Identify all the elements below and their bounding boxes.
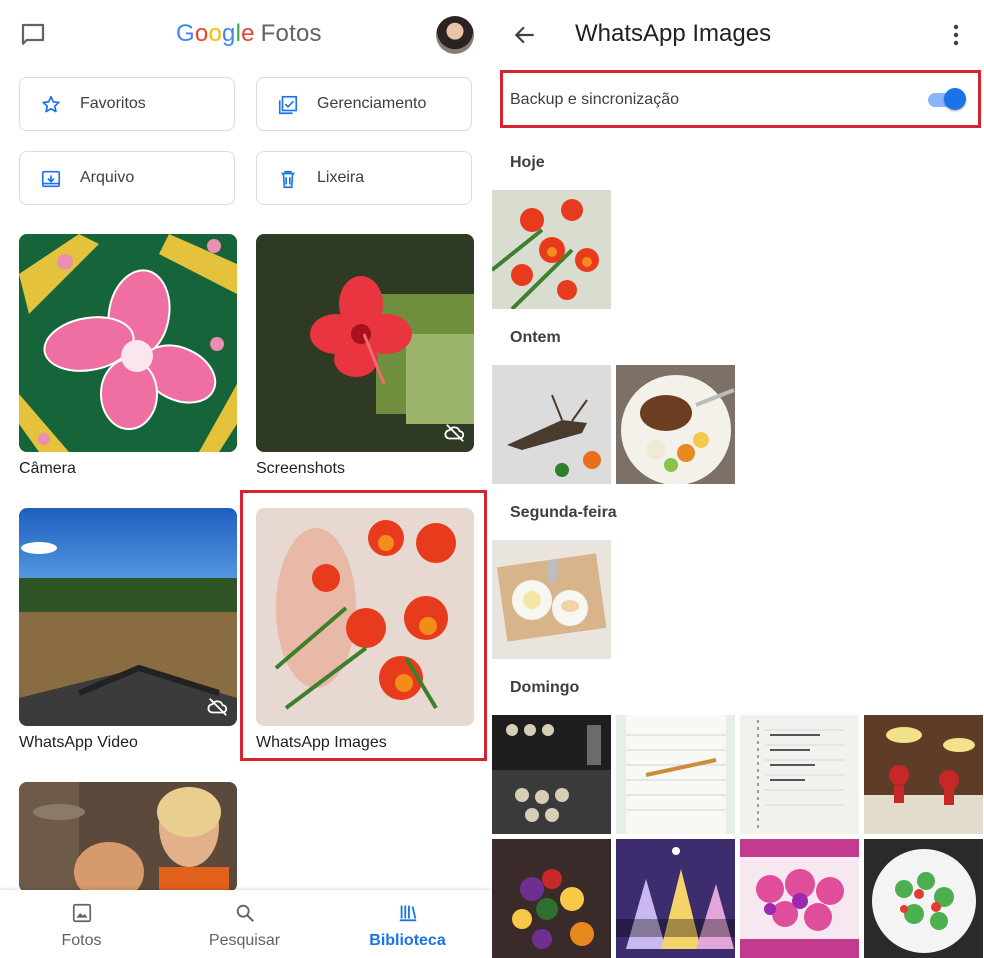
album-label: Screenshots bbox=[256, 460, 345, 477]
nav-library[interactable]: Biblioteca bbox=[326, 890, 489, 958]
nav-search[interactable]: Pesquisar bbox=[163, 890, 326, 958]
checklist-icon bbox=[278, 95, 298, 115]
account-avatar[interactable] bbox=[436, 16, 474, 54]
section-sunday: Domingo bbox=[510, 679, 580, 696]
backup-sync-toggle[interactable] bbox=[926, 88, 966, 110]
album-screenshots[interactable]: Screenshots bbox=[256, 234, 474, 477]
archive-icon bbox=[41, 170, 61, 188]
message-icon[interactable] bbox=[18, 20, 48, 50]
trash-label: Lixeira bbox=[317, 169, 365, 186]
album-whatsapp-images-cover bbox=[256, 508, 474, 726]
section-today: Hoje bbox=[510, 154, 545, 171]
backup-sync-label: Backup e sincronização bbox=[510, 91, 679, 108]
album-detail-panel: WhatsApp Images Backup e sincronização H… bbox=[490, 0, 984, 958]
photo-thumbnail[interactable] bbox=[740, 839, 859, 958]
archive-button[interactable]: Arquivo bbox=[19, 151, 235, 205]
album-whatsapp-video-cover bbox=[19, 508, 237, 726]
album-whatsapp-video[interactable]: WhatsApp Video bbox=[19, 508, 237, 751]
album-other-cover bbox=[19, 782, 237, 892]
bottom-navigation: Fotos Pesquisar Biblioteca bbox=[0, 890, 490, 958]
more-vert-icon[interactable] bbox=[946, 22, 966, 48]
photo-thumbnail[interactable] bbox=[740, 715, 859, 834]
album-label: WhatsApp Images bbox=[256, 734, 387, 751]
album-screenshots-cover bbox=[256, 234, 474, 452]
library-panel: Google Fotos Favoritos Gerenciamento Arqu… bbox=[0, 0, 490, 958]
backup-off-icon bbox=[207, 698, 228, 716]
trash-button[interactable]: Lixeira bbox=[256, 151, 472, 205]
toggle-knob bbox=[944, 88, 966, 110]
nav-photos[interactable]: Fotos bbox=[0, 890, 163, 958]
section-monday: Segunda-feira bbox=[510, 504, 617, 521]
album-label: Câmera bbox=[19, 460, 76, 477]
photo-thumbnail[interactable] bbox=[864, 839, 983, 958]
trash-icon bbox=[281, 170, 295, 189]
library-icon bbox=[399, 905, 417, 922]
nav-label: Fotos bbox=[61, 932, 102, 949]
album-camera-cover bbox=[19, 234, 237, 452]
star-icon bbox=[42, 95, 60, 113]
photo-icon bbox=[72, 903, 92, 923]
album-camera[interactable]: Câmera bbox=[19, 234, 237, 477]
backup-off-icon bbox=[444, 424, 465, 442]
favorites-button[interactable]: Favoritos bbox=[19, 77, 235, 131]
favorites-label: Favoritos bbox=[80, 95, 146, 112]
photo-thumbnail[interactable] bbox=[492, 190, 611, 309]
photo-thumbnail[interactable] bbox=[492, 540, 611, 659]
photo-thumbnail[interactable] bbox=[492, 715, 611, 834]
archive-label: Arquivo bbox=[80, 169, 135, 186]
photo-thumbnail[interactable] bbox=[616, 839, 735, 958]
photo-thumbnail[interactable] bbox=[492, 839, 611, 958]
management-label: Gerenciamento bbox=[317, 95, 427, 112]
section-yesterday: Ontem bbox=[510, 329, 561, 346]
album-whatsapp-images[interactable]: WhatsApp Images bbox=[256, 508, 474, 751]
photo-thumbnail[interactable] bbox=[616, 365, 735, 484]
google-photos-logo: Google Fotos bbox=[176, 20, 322, 47]
album-other[interactable] bbox=[19, 782, 237, 892]
photo-thumbnail[interactable] bbox=[864, 715, 983, 834]
album-label: WhatsApp Video bbox=[19, 734, 138, 751]
photo-thumbnail[interactable] bbox=[616, 715, 735, 834]
photo-thumbnail[interactable] bbox=[492, 365, 611, 484]
backup-sync-row[interactable]: Backup e sincronização bbox=[502, 74, 978, 127]
management-button[interactable]: Gerenciamento bbox=[256, 77, 472, 131]
nav-label: Pesquisar bbox=[208, 932, 281, 949]
back-arrow-icon[interactable] bbox=[512, 22, 538, 48]
album-title: WhatsApp Images bbox=[575, 20, 772, 47]
search-icon bbox=[236, 904, 254, 922]
nav-label: Biblioteca bbox=[369, 932, 446, 949]
